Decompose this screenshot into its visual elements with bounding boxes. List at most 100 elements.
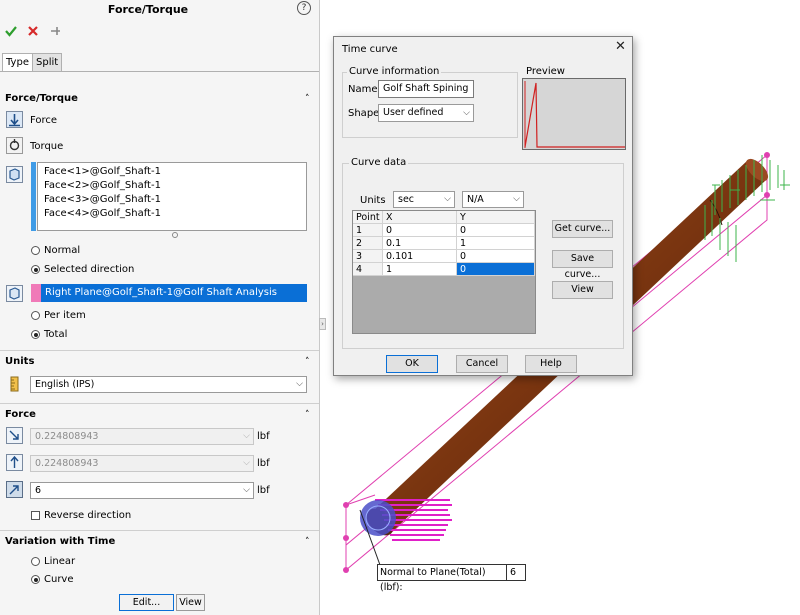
curve-name-input[interactable]: Golf Shaft Spining: [378, 80, 474, 98]
force-value-3-text: 6: [35, 485, 42, 496]
resize-handle[interactable]: [172, 232, 178, 238]
section-title: Force: [5, 409, 36, 420]
faces-list[interactable]: Face<1>@Golf_Shaft-1 Face<2>@Golf_Shaft-…: [37, 162, 307, 231]
force-unit-3: lbf: [257, 485, 270, 496]
help-button[interactable]: Help: [525, 355, 577, 373]
dialog-title: Time curve: [342, 44, 398, 55]
force-value-2: 0.224808943 ⌵: [30, 455, 254, 472]
name-label: Name: [348, 84, 378, 95]
view-curve-button[interactable]: View: [176, 594, 205, 611]
shape-label: Shape: [348, 108, 380, 119]
direction-3-icon[interactable]: [6, 481, 23, 498]
property-manager: Force/Torque ? Type Split Force/Torque ˄…: [0, 0, 320, 615]
ruler-icon: [10, 376, 19, 392]
direction-bar: [31, 284, 41, 302]
section-title: Units: [5, 356, 35, 367]
table-cell-x[interactable]: 0.1: [383, 237, 457, 250]
units-value: English (IPS): [35, 379, 95, 390]
shape-select[interactable]: User defined ⌵: [378, 104, 474, 122]
direction-reference-value: Right Plane@Golf_Shaft-1@Golf Shaft Anal…: [45, 287, 277, 298]
collapse-chevron-icon[interactable]: ˄: [305, 406, 310, 424]
chevron-down-icon: ⌵: [243, 485, 250, 495]
close-icon[interactable]: ✕: [615, 39, 626, 54]
chevron-down-icon: ⌵: [444, 194, 451, 204]
collapse-chevron-icon[interactable]: ˄: [305, 353, 310, 371]
force-label: Force: [30, 115, 58, 126]
table-cell-x[interactable]: 0.101: [383, 250, 457, 263]
section-force-header[interactable]: Force ˄: [0, 406, 319, 424]
cancel-x-icon[interactable]: [26, 24, 40, 38]
table-cell-y-selected[interactable]: 0: [457, 263, 535, 276]
collapse-chevron-icon[interactable]: ˄: [305, 90, 310, 108]
divider: [0, 350, 319, 351]
value-callout: Normal to Plane(Total) (lbf):: [377, 564, 507, 593]
table-header-point: Point: [353, 211, 383, 224]
per-item-label: Per item: [44, 310, 86, 321]
section-variation-header[interactable]: Variation with Time ˄: [0, 533, 319, 551]
tab-bar: Type Split: [0, 53, 319, 72]
list-item[interactable]: Face<4>@Golf_Shaft-1: [44, 208, 161, 219]
table-cell-y[interactable]: 1: [457, 237, 535, 250]
total-radio[interactable]: [31, 330, 40, 339]
curve-data-table[interactable]: Point X Y 1 0 0 2 0.1 1 3 0.101 0 4 1 0: [352, 210, 536, 334]
help-icon[interactable]: ?: [297, 1, 311, 15]
normal-label: Normal: [44, 245, 81, 256]
callout-label: Normal to Plane(Total) (lbf):: [380, 567, 486, 593]
cancel-button[interactable]: Cancel: [456, 355, 508, 373]
force-unit-1: lbf: [257, 431, 270, 442]
chevron-down-icon: ⌵: [513, 194, 520, 204]
face-list-bar: [31, 162, 36, 231]
units-y-value: N/A: [467, 194, 484, 205]
curve-preview-plot: [522, 78, 626, 150]
edit-curve-button[interactable]: Edit...: [119, 594, 174, 611]
force-unit-2: lbf: [257, 458, 270, 469]
curve-radio[interactable]: [31, 575, 40, 584]
table-cell-y[interactable]: 0: [457, 250, 535, 263]
table-row-point: 4: [353, 263, 383, 276]
units-select[interactable]: English (IPS) ⌵: [30, 376, 307, 393]
table-cell-y[interactable]: 0: [457, 224, 535, 237]
save-curve-button[interactable]: Save curve...: [552, 250, 613, 280]
list-item[interactable]: Face<1>@Golf_Shaft-1: [44, 166, 161, 177]
table-header-y: Y: [457, 211, 535, 224]
linear-label: Linear: [44, 556, 76, 567]
list-item[interactable]: Face<2>@Golf_Shaft-1: [44, 180, 161, 191]
selected-direction-label: Selected direction: [44, 264, 135, 275]
direction-1-icon[interactable]: [6, 427, 23, 444]
get-curve-button[interactable]: Get curve...: [552, 220, 613, 238]
view-button[interactable]: View: [552, 281, 613, 299]
force-type-icon[interactable]: [6, 111, 23, 128]
list-item[interactable]: Face<3>@Golf_Shaft-1: [44, 194, 161, 205]
force-value-1-text: 0.224808943: [35, 431, 99, 442]
table-row-point: 1: [353, 224, 383, 237]
tab-type[interactable]: Type: [2, 53, 33, 71]
linear-radio[interactable]: [31, 557, 40, 566]
normal-radio[interactable]: [31, 246, 40, 255]
tab-split[interactable]: Split: [32, 53, 63, 71]
ok-check-icon[interactable]: [4, 24, 18, 38]
callout-value[interactable]: 6: [506, 564, 526, 581]
direction-reference-field[interactable]: Right Plane@Golf_Shaft-1@Golf Shaft Anal…: [41, 284, 307, 302]
torque-type-icon[interactable]: [6, 137, 23, 154]
section-units-header[interactable]: Units ˄: [0, 353, 319, 371]
shape-value: User defined: [383, 107, 444, 118]
force-value-3-input[interactable]: 6 ⌵: [30, 482, 254, 499]
table-cell-x[interactable]: 1: [383, 263, 457, 276]
reverse-direction-checkbox[interactable]: [31, 511, 40, 520]
units-x-select[interactable]: sec ⌵: [393, 191, 455, 208]
collapse-chevron-icon[interactable]: ˄: [305, 533, 310, 551]
panel-title: Force/Torque: [107, 3, 189, 16]
force-value-1: 0.224808943 ⌵: [30, 428, 254, 445]
per-item-radio[interactable]: [31, 311, 40, 320]
total-label: Total: [44, 329, 68, 340]
section-force-torque-header[interactable]: Force/Torque ˄: [0, 90, 319, 108]
curve-data-label: Curve data: [349, 157, 409, 168]
pin-icon[interactable]: [48, 24, 62, 38]
ok-button[interactable]: OK: [386, 355, 438, 373]
table-cell-x[interactable]: 0: [383, 224, 457, 237]
selected-direction-radio[interactable]: [31, 265, 40, 274]
divider: [0, 403, 319, 404]
direction-2-icon[interactable]: [6, 454, 23, 471]
table-header-x: X: [383, 211, 457, 224]
units-y-select[interactable]: N/A ⌵: [462, 191, 524, 208]
